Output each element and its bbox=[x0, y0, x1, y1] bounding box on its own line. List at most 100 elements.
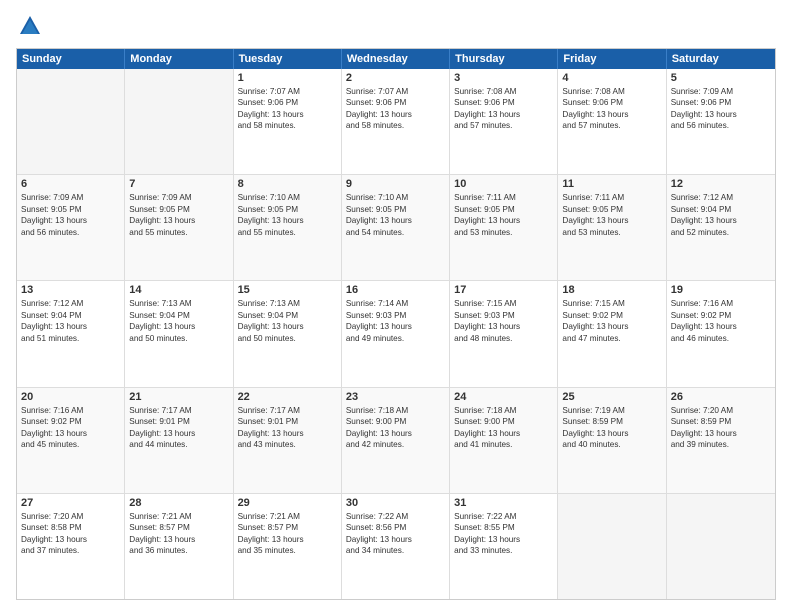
cell-line: Daylight: 13 hours bbox=[454, 215, 553, 226]
calendar-cell: 17Sunrise: 7:15 AMSunset: 9:03 PMDayligh… bbox=[450, 281, 558, 386]
calendar-cell: 11Sunrise: 7:11 AMSunset: 9:05 PMDayligh… bbox=[558, 175, 666, 280]
day-number: 22 bbox=[238, 391, 337, 403]
cell-line: Sunrise: 7:07 AM bbox=[238, 86, 337, 97]
day-number: 18 bbox=[562, 284, 661, 296]
cell-line: and 52 minutes. bbox=[671, 227, 771, 238]
cell-line: Daylight: 13 hours bbox=[562, 215, 661, 226]
cell-line: Sunrise: 7:10 AM bbox=[238, 192, 337, 203]
cell-line: Daylight: 13 hours bbox=[346, 321, 445, 332]
cell-line: Daylight: 13 hours bbox=[129, 215, 228, 226]
calendar-cell bbox=[125, 69, 233, 174]
cell-line: Sunrise: 7:09 AM bbox=[21, 192, 120, 203]
cell-line: Sunrise: 7:15 AM bbox=[454, 298, 553, 309]
cell-line: Daylight: 13 hours bbox=[454, 109, 553, 120]
cell-line: and 53 minutes. bbox=[454, 227, 553, 238]
day-number: 17 bbox=[454, 284, 553, 296]
cell-line: and 43 minutes. bbox=[238, 439, 337, 450]
cell-line: and 57 minutes. bbox=[562, 120, 661, 131]
day-number: 5 bbox=[671, 72, 771, 84]
cell-line: Sunrise: 7:20 AM bbox=[671, 405, 771, 416]
cell-line: and 49 minutes. bbox=[346, 333, 445, 344]
cell-line: Sunset: 9:01 PM bbox=[238, 416, 337, 427]
header bbox=[16, 12, 776, 40]
calendar-cell: 16Sunrise: 7:14 AMSunset: 9:03 PMDayligh… bbox=[342, 281, 450, 386]
cell-line: and 56 minutes. bbox=[671, 120, 771, 131]
cell-line: Sunrise: 7:15 AM bbox=[562, 298, 661, 309]
calendar-body: 1Sunrise: 7:07 AMSunset: 9:06 PMDaylight… bbox=[17, 69, 775, 599]
cell-line: Sunset: 8:59 PM bbox=[562, 416, 661, 427]
calendar-cell: 26Sunrise: 7:20 AMSunset: 8:59 PMDayligh… bbox=[667, 388, 775, 493]
calendar-cell: 29Sunrise: 7:21 AMSunset: 8:57 PMDayligh… bbox=[234, 494, 342, 599]
cell-line: Sunrise: 7:13 AM bbox=[238, 298, 337, 309]
day-number: 15 bbox=[238, 284, 337, 296]
calendar-cell: 6Sunrise: 7:09 AMSunset: 9:05 PMDaylight… bbox=[17, 175, 125, 280]
cell-line: Sunrise: 7:22 AM bbox=[346, 511, 445, 522]
cell-line: Sunrise: 7:17 AM bbox=[129, 405, 228, 416]
cell-line: Sunrise: 7:08 AM bbox=[454, 86, 553, 97]
day-number: 4 bbox=[562, 72, 661, 84]
cell-line: Sunrise: 7:07 AM bbox=[346, 86, 445, 97]
day-number: 1 bbox=[238, 72, 337, 84]
day-number: 28 bbox=[129, 497, 228, 509]
header-day-sunday: Sunday bbox=[17, 49, 125, 69]
cell-line: Sunrise: 7:08 AM bbox=[562, 86, 661, 97]
calendar-row-1: 1Sunrise: 7:07 AMSunset: 9:06 PMDaylight… bbox=[17, 69, 775, 175]
cell-line: and 35 minutes. bbox=[238, 545, 337, 556]
cell-line: Sunrise: 7:13 AM bbox=[129, 298, 228, 309]
cell-line: Daylight: 13 hours bbox=[21, 428, 120, 439]
cell-line: Sunrise: 7:18 AM bbox=[346, 405, 445, 416]
cell-line: and 40 minutes. bbox=[562, 439, 661, 450]
cell-line: Daylight: 13 hours bbox=[238, 215, 337, 226]
calendar-cell: 3Sunrise: 7:08 AMSunset: 9:06 PMDaylight… bbox=[450, 69, 558, 174]
cell-line: Sunrise: 7:09 AM bbox=[671, 86, 771, 97]
day-number: 9 bbox=[346, 178, 445, 190]
cell-line: Sunset: 9:05 PM bbox=[129, 204, 228, 215]
cell-line: Daylight: 13 hours bbox=[562, 428, 661, 439]
day-number: 6 bbox=[21, 178, 120, 190]
cell-line: Daylight: 13 hours bbox=[562, 321, 661, 332]
cell-line: Daylight: 13 hours bbox=[21, 321, 120, 332]
cell-line: Daylight: 13 hours bbox=[671, 215, 771, 226]
cell-line: Sunrise: 7:21 AM bbox=[129, 511, 228, 522]
cell-line: Sunset: 9:06 PM bbox=[238, 97, 337, 108]
calendar-cell: 7Sunrise: 7:09 AMSunset: 9:05 PMDaylight… bbox=[125, 175, 233, 280]
cell-line: Daylight: 13 hours bbox=[562, 109, 661, 120]
calendar-row-4: 20Sunrise: 7:16 AMSunset: 9:02 PMDayligh… bbox=[17, 388, 775, 494]
cell-line: Daylight: 13 hours bbox=[671, 428, 771, 439]
calendar-cell: 21Sunrise: 7:17 AMSunset: 9:01 PMDayligh… bbox=[125, 388, 233, 493]
calendar-cell: 12Sunrise: 7:12 AMSunset: 9:04 PMDayligh… bbox=[667, 175, 775, 280]
cell-line: Sunset: 9:02 PM bbox=[21, 416, 120, 427]
cell-line: Sunrise: 7:22 AM bbox=[454, 511, 553, 522]
day-number: 30 bbox=[346, 497, 445, 509]
calendar-cell: 25Sunrise: 7:19 AMSunset: 8:59 PMDayligh… bbox=[558, 388, 666, 493]
cell-line: Sunset: 9:02 PM bbox=[562, 310, 661, 321]
day-number: 24 bbox=[454, 391, 553, 403]
day-number: 2 bbox=[346, 72, 445, 84]
cell-line: Sunset: 9:06 PM bbox=[346, 97, 445, 108]
cell-line: and 39 minutes. bbox=[671, 439, 771, 450]
cell-line: Daylight: 13 hours bbox=[671, 321, 771, 332]
cell-line: Sunset: 9:05 PM bbox=[454, 204, 553, 215]
cell-line: Daylight: 13 hours bbox=[238, 109, 337, 120]
cell-line: and 47 minutes. bbox=[562, 333, 661, 344]
cell-line: Sunset: 9:05 PM bbox=[238, 204, 337, 215]
cell-line: and 57 minutes. bbox=[454, 120, 553, 131]
day-number: 31 bbox=[454, 497, 553, 509]
calendar-cell: 30Sunrise: 7:22 AMSunset: 8:56 PMDayligh… bbox=[342, 494, 450, 599]
header-day-saturday: Saturday bbox=[667, 49, 775, 69]
calendar-header: SundayMondayTuesdayWednesdayThursdayFrid… bbox=[17, 49, 775, 69]
cell-line: and 46 minutes. bbox=[671, 333, 771, 344]
cell-line: Sunset: 9:01 PM bbox=[129, 416, 228, 427]
calendar-cell: 8Sunrise: 7:10 AMSunset: 9:05 PMDaylight… bbox=[234, 175, 342, 280]
cell-line: Sunset: 9:04 PM bbox=[671, 204, 771, 215]
cell-line: Sunrise: 7:09 AM bbox=[129, 192, 228, 203]
calendar-cell: 24Sunrise: 7:18 AMSunset: 9:00 PMDayligh… bbox=[450, 388, 558, 493]
header-day-thursday: Thursday bbox=[450, 49, 558, 69]
calendar-cell: 1 Sunrise: 7:07 AMSunset: 9:06 PMDaylight… bbox=[234, 69, 342, 174]
cell-line: and 50 minutes. bbox=[129, 333, 228, 344]
cell-line: Sunrise: 7:11 AM bbox=[454, 192, 553, 203]
cell-line: and 58 minutes. bbox=[346, 120, 445, 131]
cell-line: Daylight: 13 hours bbox=[346, 109, 445, 120]
cell-line: Sunrise: 7:11 AM bbox=[562, 192, 661, 203]
cell-line: Daylight: 13 hours bbox=[21, 215, 120, 226]
